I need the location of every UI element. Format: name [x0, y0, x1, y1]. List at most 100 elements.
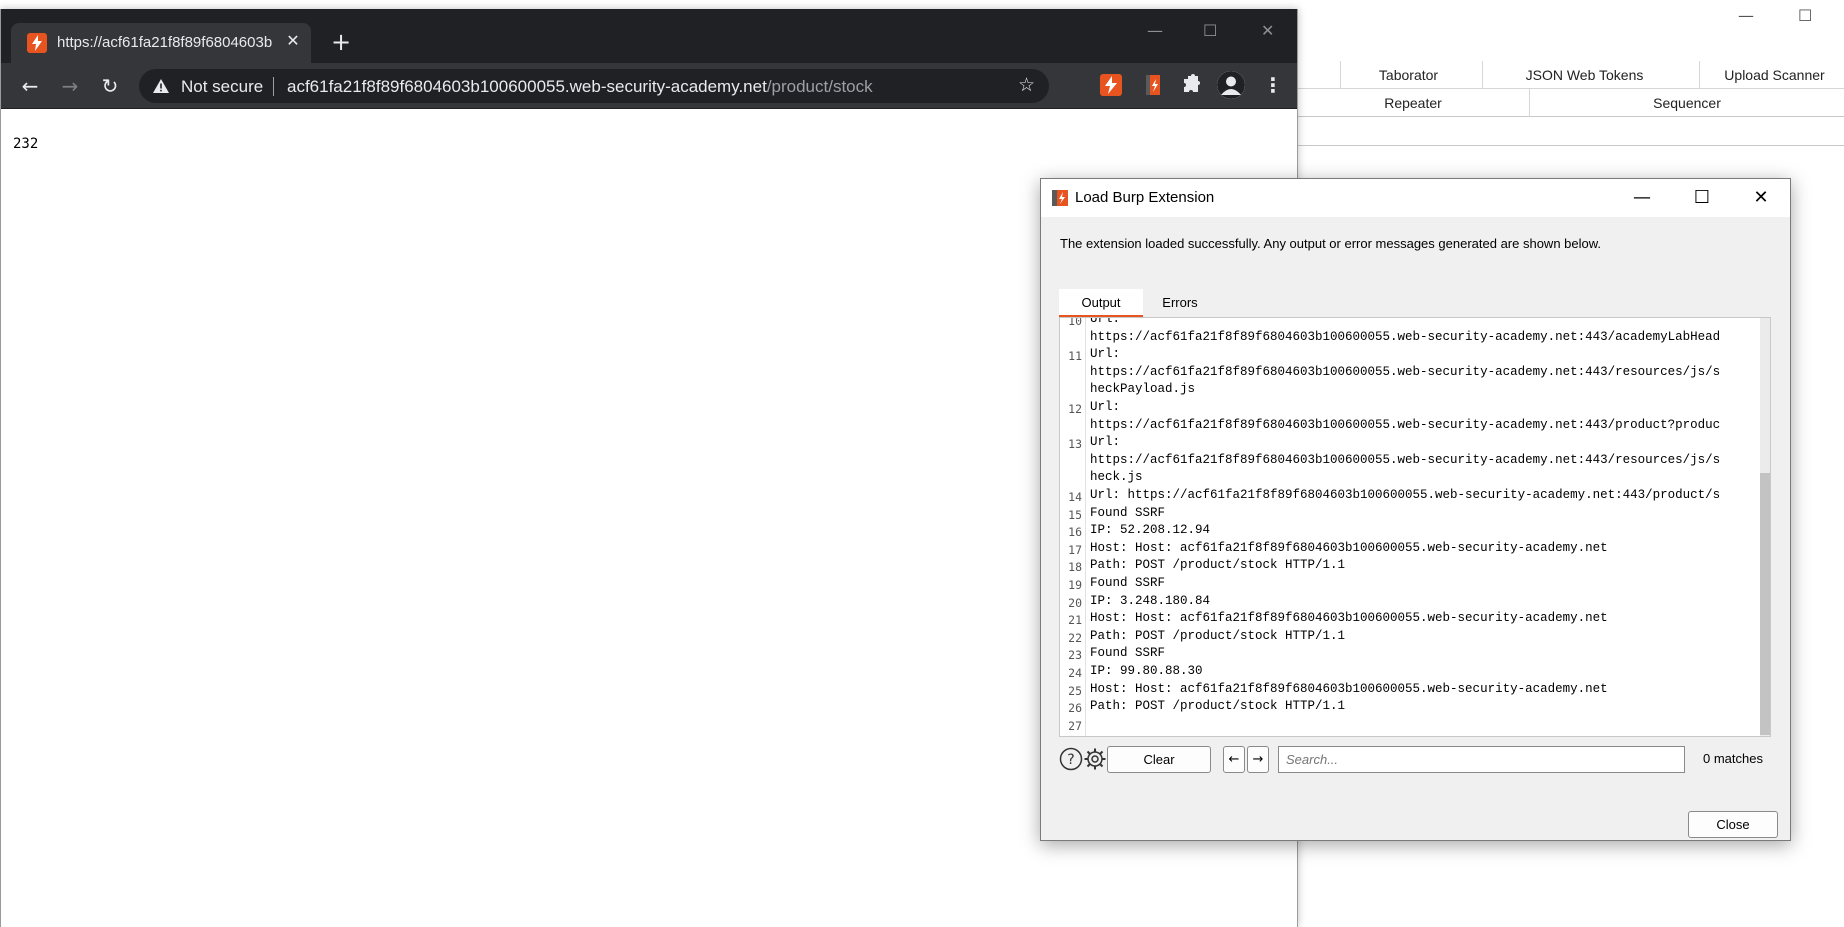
burp-tab-sequencer[interactable]: Sequencer: [1529, 89, 1844, 117]
line-number: 17: [1068, 542, 1082, 557]
line-number: 11: [1068, 349, 1082, 364]
output-line: https://acf61fa21f8f89f6804603b100600055…: [1090, 417, 1721, 432]
output-line: Found SSRF: [1090, 646, 1166, 661]
browser-menu-icon[interactable]: ⋮: [1263, 71, 1283, 99]
matches-count: 0 matches: [1703, 751, 1763, 766]
help-icon[interactable]: ?: [1059, 747, 1083, 771]
close-button[interactable]: Close: [1688, 811, 1778, 838]
clear-button[interactable]: Clear: [1107, 746, 1211, 773]
browser-tab[interactable]: https://acf61fa21f8f89f6804603b ✕: [11, 23, 311, 63]
new-tab-button[interactable]: +: [328, 29, 354, 55]
burp-tab-row-1: Taborator JSON Web Tokens Upload Scanner: [1297, 61, 1844, 89]
bookmark-star-icon[interactable]: ☆: [1018, 74, 1035, 96]
profile-avatar-icon[interactable]: [1217, 71, 1245, 99]
line-number: 22: [1068, 630, 1082, 645]
forward-arrow-icon[interactable]: →: [57, 73, 83, 99]
dialog-minimize-button[interactable]: —: [1627, 185, 1657, 211]
address-bar[interactable]: Not secure acf61fa21f8f89f6804603b100600…: [139, 69, 1049, 103]
load-extension-dialog: Load Burp Extension — ☐ ✕ The extension …: [1040, 178, 1791, 841]
puzzle-extensions-icon[interactable]: [1179, 73, 1203, 97]
dialog-titlebar: Load Burp Extension — ☐ ✕: [1041, 179, 1790, 217]
tab-title: https://acf61fa21f8f89f6804603b: [57, 34, 273, 51]
line-number: 15: [1068, 507, 1082, 522]
output-scrollbar-thumb[interactable]: [1760, 473, 1770, 735]
burp-logo-extension-icon[interactable]: [1141, 73, 1165, 97]
line-number: 12: [1068, 402, 1082, 416]
browser-toolbar: ← → ↻ Not secure acf61fa21f8f89f6804603b…: [1, 63, 1297, 109]
omnibox-separator: [273, 77, 274, 96]
burp-tab-json-web-tokens[interactable]: JSON Web Tokens: [1482, 61, 1686, 89]
output-line: https://acf61fa21f8f89f6804603b100600055…: [1090, 329, 1721, 344]
burp-divider: [1297, 145, 1844, 146]
output-text-panel[interactable]: 10 11 12 13 14 15 16 17 18 19 20 21 22 23 24 25 26 27 Url…: [1059, 317, 1771, 737]
line-number: 16: [1068, 525, 1082, 540]
url-text[interactable]: acf61fa21f8f89f6804603b100600055.web-sec…: [287, 77, 873, 97]
url-host: acf61fa21f8f89f6804603b100600055.web-sec…: [287, 77, 767, 96]
line-number-gutter: 10 11 12 13 14 15 16 17 18 19 20 21 22 23 24 25 26 27: [1060, 318, 1086, 736]
url-path: /product/stock: [766, 77, 873, 96]
burp-tab-taborator[interactable]: Taborator: [1340, 61, 1476, 89]
close-tab-icon[interactable]: ✕: [283, 31, 303, 51]
dialog-maximize-button[interactable]: ☐: [1687, 185, 1717, 211]
output-line: Found SSRF: [1090, 505, 1166, 520]
output-line: Url:: [1090, 347, 1121, 362]
burp-tab-repeater[interactable]: Repeater: [1297, 89, 1529, 117]
output-line: IP: 99.80.88.30: [1090, 664, 1203, 678]
browser-close-button[interactable]: ✕: [1261, 21, 1274, 40]
warning-icon: [153, 79, 169, 93]
output-line: Url:: [1090, 317, 1121, 326]
output-scrollbar[interactable]: [1760, 318, 1770, 736]
burp-extension-icon[interactable]: [1099, 73, 1123, 97]
output-line: heck.js: [1090, 470, 1143, 485]
burp-tab-row-2: Repeater Sequencer: [1297, 89, 1844, 117]
output-line: Host: Host: acf61fa21f8f89f6804603b10060…: [1090, 540, 1608, 555]
line-number: 13: [1068, 437, 1082, 452]
line-number: 14: [1068, 490, 1082, 504]
browser-maximize-button[interactable]: ☐: [1203, 21, 1217, 40]
output-line: Url:: [1090, 435, 1121, 450]
line-number: 19: [1068, 578, 1082, 592]
next-match-button[interactable]: →: [1247, 746, 1269, 773]
line-number: 10: [1068, 317, 1082, 328]
burp-logo-icon: [1052, 190, 1068, 206]
tab-output[interactable]: Output: [1059, 289, 1143, 317]
burp-lightning-icon: [27, 33, 47, 53]
dialog-title: Load Burp Extension: [1075, 189, 1215, 206]
line-number: 26: [1068, 701, 1082, 716]
search-input[interactable]: [1278, 746, 1685, 773]
output-line: heckPayload.js: [1090, 382, 1196, 397]
browser-titlebar: https://acf61fa21f8f89f6804603b ✕ + — ☐ …: [1, 9, 1297, 63]
burp-tab-upload-scanner[interactable]: Upload Scanner: [1699, 61, 1844, 89]
line-number: 25: [1068, 683, 1082, 698]
dialog-close-icon[interactable]: ✕: [1746, 185, 1776, 211]
output-search-toolbar: ? Clear ← → 0 matches: [1059, 744, 1771, 774]
output-line: Host: Host: acf61fa21f8f89f6804603b10060…: [1090, 681, 1608, 696]
output-line: Found SSRF: [1090, 576, 1166, 590]
tab-errors[interactable]: Errors: [1143, 289, 1217, 317]
line-number: 21: [1068, 613, 1082, 628]
gear-icon[interactable]: [1083, 747, 1107, 771]
output-line: Url: https://acf61fa21f8f89f6804603b1006…: [1090, 488, 1721, 502]
line-number: 20: [1068, 595, 1082, 610]
reload-icon[interactable]: ↻: [97, 73, 123, 99]
line-number: 27: [1068, 718, 1082, 733]
output-line: IP: 52.208.12.94: [1090, 523, 1211, 538]
output-line: https://acf61fa21f8f89f6804603b100600055…: [1090, 364, 1721, 379]
page-body-text: 232: [13, 136, 39, 152]
output-line: Host: Host: acf61fa21f8f89f6804603b10060…: [1090, 611, 1608, 626]
output-line: IP: 3.248.180.84: [1090, 593, 1211, 608]
line-number: 24: [1068, 666, 1082, 680]
output-line: Path: POST /product/stock HTTP/1.1: [1090, 628, 1346, 643]
line-number: 18: [1068, 560, 1082, 575]
not-secure-label[interactable]: Not secure: [181, 77, 263, 97]
dialog-message: The extension loaded successfully. Any o…: [1060, 236, 1602, 251]
output-line: https://acf61fa21f8f89f6804603b100600055…: [1090, 452, 1721, 467]
svg-text:?: ?: [1067, 752, 1074, 768]
previous-match-button[interactable]: ←: [1223, 746, 1245, 773]
burp-maximize-button[interactable]: ☐: [1798, 6, 1812, 25]
back-arrow-icon[interactable]: ←: [17, 73, 43, 99]
output-line: Url:: [1090, 400, 1121, 414]
burp-minimize-button[interactable]: —: [1738, 6, 1754, 25]
line-number: 23: [1068, 648, 1082, 663]
browser-minimize-button[interactable]: —: [1147, 21, 1163, 40]
